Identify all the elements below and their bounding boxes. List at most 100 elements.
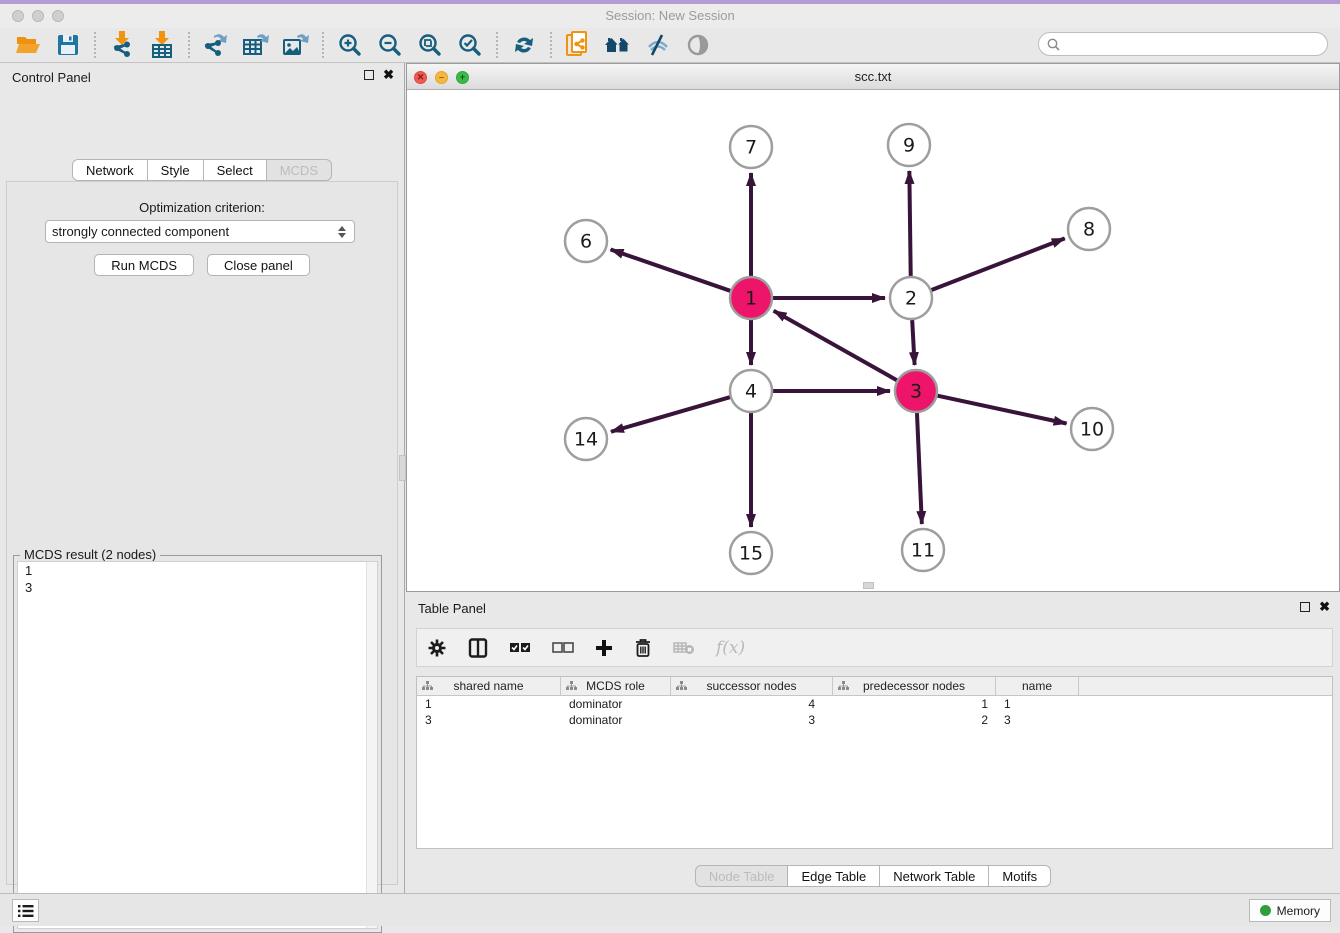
show-all-icon[interactable] <box>678 29 718 61</box>
graph-edge-2-8[interactable] <box>932 238 1065 290</box>
select-all-rows-icon[interactable] <box>509 641 531 655</box>
tab-network-table[interactable]: Network Table <box>880 865 989 887</box>
graph-node-label: 10 <box>1080 419 1104 441</box>
search-box[interactable] <box>1038 32 1328 56</box>
memory-label: Memory <box>1277 904 1320 918</box>
graph-node-label: 6 <box>580 231 592 253</box>
table-cell[interactable]: dominator <box>561 696 671 712</box>
deselect-all-rows-icon[interactable] <box>552 641 574 655</box>
float-panel-icon[interactable] <box>364 70 374 80</box>
import-network-icon[interactable] <box>102 29 142 61</box>
network-canvas[interactable]: 7968124314101511 <box>407 90 1339 591</box>
function-builder-icon[interactable]: f(x) <box>716 638 745 658</box>
tab-node-table[interactable]: Node Table <box>695 865 789 887</box>
float-table-panel-icon[interactable] <box>1300 602 1310 612</box>
hide-selected-icon[interactable] <box>638 29 678 61</box>
window-title: Session: New Session <box>0 8 1340 23</box>
column-header-shared-name[interactable]: shared name <box>417 677 561 695</box>
node-table[interactable]: shared name MCDS role successor nodesprede… <box>416 676 1333 849</box>
close-panel-icon[interactable]: ✖ <box>383 70 394 80</box>
run-mcds-button[interactable]: Run MCDS <box>94 254 194 276</box>
mcds-result-item: 3 <box>18 579 377 596</box>
zoom-in-icon[interactable] <box>330 29 370 61</box>
column-header-label: name <box>1022 679 1052 693</box>
create-column-icon[interactable] <box>595 639 613 657</box>
column-header-predecessor-nodes[interactable]: predecessor nodes <box>833 677 996 695</box>
tab-select[interactable]: Select <box>204 159 267 181</box>
table-row[interactable]: 3dominator323 <box>417 712 1332 728</box>
zoom-out-icon[interactable] <box>370 29 410 61</box>
graph-edge-3-10[interactable] <box>938 396 1067 424</box>
table-cell[interactable]: 3 <box>671 712 833 728</box>
criterion-selected-value: strongly connected component <box>52 224 338 239</box>
zoom-fit-icon[interactable] <box>410 29 450 61</box>
toolbar-separator <box>94 32 96 58</box>
graph-node-label: 7 <box>745 137 757 159</box>
tab-motifs[interactable]: Motifs <box>989 865 1051 887</box>
table-cell[interactable]: 3 <box>996 712 1079 728</box>
splitter-handle[interactable] <box>399 455 406 481</box>
graph-edge-3-11[interactable] <box>917 413 922 524</box>
tab-style[interactable]: Style <box>148 159 204 181</box>
apply-layout-icon[interactable] <box>504 29 544 61</box>
graph-node-label: 4 <box>745 381 757 403</box>
optimization-criterion-label: Optimization criterion: <box>7 200 397 215</box>
criterion-select[interactable]: strongly connected component <box>45 220 355 243</box>
tab-edge-table[interactable]: Edge Table <box>788 865 880 887</box>
toolbar-separator <box>496 32 498 58</box>
table-options-icon[interactable] <box>427 638 447 658</box>
close-panel-button[interactable]: Close panel <box>207 254 310 276</box>
network-graph[interactable]: 7968124314101511 <box>407 90 1339 591</box>
column-header-name[interactable]: name <box>996 677 1079 695</box>
graph-edge-2-9[interactable] <box>909 171 910 276</box>
export-image-icon[interactable] <box>276 29 316 61</box>
delete-table-icon[interactable] <box>673 640 695 656</box>
delete-columns-icon[interactable] <box>634 638 652 658</box>
table-panel: Table Panel ✖ f(x) shared nameMCDS roles… <box>406 595 1340 890</box>
search-icon <box>1047 38 1060 51</box>
table-cell[interactable]: 2 <box>833 712 996 728</box>
graph-node-label: 1 <box>745 288 757 310</box>
search-input[interactable] <box>1065 37 1319 51</box>
table-cell[interactable]: 3 <box>417 712 561 728</box>
table-cell[interactable]: dominator <box>561 712 671 728</box>
memory-status-icon <box>1260 905 1271 916</box>
tab-mcds[interactable]: MCDS <box>267 159 332 181</box>
first-neighbors-icon[interactable] <box>598 29 638 61</box>
canvas-resize-grip[interactable] <box>863 582 874 589</box>
column-header-MCDS-role[interactable]: MCDS role <box>561 677 671 695</box>
save-session-icon[interactable] <box>48 29 88 61</box>
export-network-icon[interactable] <box>196 29 236 61</box>
graph-node-label: 8 <box>1083 219 1095 241</box>
graph-edge-2-3[interactable] <box>912 320 914 365</box>
zoom-selected-icon[interactable] <box>450 29 490 61</box>
graph-edge-4-14[interactable] <box>611 397 730 432</box>
tab-network[interactable]: Network <box>72 159 148 181</box>
table-row[interactable]: 1dominator411 <box>417 696 1332 712</box>
open-session-icon[interactable] <box>8 29 48 61</box>
network-window-titlebar[interactable]: ✕ – + scc.txt <box>407 64 1339 90</box>
mcds-result-group: MCDS result (2 nodes) 1 3 <box>13 555 382 933</box>
graph-edge-1-6[interactable] <box>611 249 731 290</box>
show-columns-icon[interactable] <box>468 638 488 658</box>
table-cell[interactable]: 1 <box>833 696 996 712</box>
table-cell[interactable]: 1 <box>996 696 1079 712</box>
column-header-successor-nodes[interactable]: successor nodes <box>671 677 833 695</box>
table-cell[interactable]: 4 <box>671 696 833 712</box>
table-tabs: Node Table Edge Table Network Table Moti… <box>406 865 1340 887</box>
graph-node-label: 9 <box>903 135 915 157</box>
clone-network-icon[interactable] <box>558 29 598 61</box>
table-header-row: shared name MCDS role successor nodesprede… <box>417 677 1332 696</box>
mcds-result-title: MCDS result (2 nodes) <box>20 547 160 562</box>
graph-edge-3-1[interactable] <box>774 311 897 380</box>
export-table-icon[interactable] <box>236 29 276 61</box>
task-history-button[interactable] <box>12 899 39 922</box>
import-table-icon[interactable] <box>142 29 182 61</box>
mcds-result-textarea[interactable]: 1 3 <box>17 561 378 929</box>
table-cell[interactable]: 1 <box>417 696 561 712</box>
column-header-label: MCDS role <box>586 679 645 693</box>
close-table-panel-icon[interactable]: ✖ <box>1319 602 1330 612</box>
memory-button[interactable]: Memory <box>1249 899 1331 922</box>
result-scrollbar[interactable] <box>366 562 377 928</box>
control-panel: Control Panel ✖ Network Style Select MCD… <box>0 63 405 893</box>
